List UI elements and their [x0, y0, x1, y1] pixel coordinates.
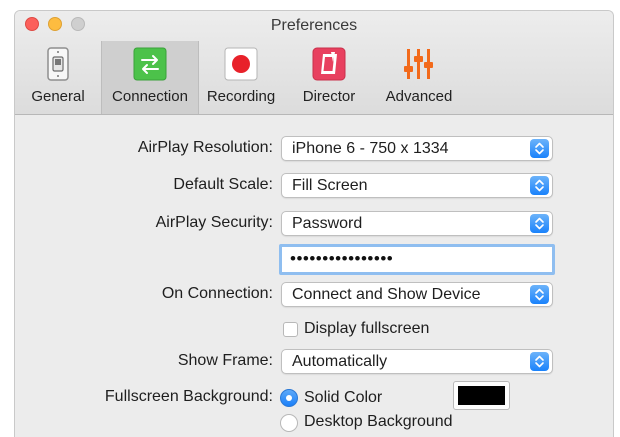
solid-color-label: Solid Color — [304, 389, 383, 406]
desktop-background-radio[interactable] — [280, 414, 298, 432]
titlebar: Preferences General Connection Recording… — [15, 11, 613, 115]
show-frame-popup[interactable]: Automatically — [281, 349, 553, 374]
password-field[interactable]: •••••••••••••••• — [279, 244, 555, 275]
airplay-resolution-value: iPhone 6 - 750 x 1334 — [292, 140, 449, 157]
airplay-resolution-popup[interactable]: iPhone 6 - 750 x 1334 — [281, 136, 553, 161]
password-value: •••••••••••••••• — [290, 249, 394, 268]
connection-settings-panel: AirPlay Resolution: iPhone 6 - 750 x 133… — [15, 116, 613, 437]
display-fullscreen-checkbox[interactable] — [283, 322, 298, 337]
color-swatch — [458, 386, 505, 405]
airplay-resolution-label: AirPlay Resolution: — [137, 139, 273, 156]
sliders-icon — [401, 46, 437, 82]
popup-arrows-icon — [530, 285, 549, 304]
solid-color-radio[interactable] — [280, 389, 298, 407]
popup-arrows-icon — [530, 352, 549, 371]
director-clapper-icon — [311, 46, 347, 82]
tab-director[interactable]: Director — [289, 41, 369, 114]
desktop-background-label: Desktop Background — [304, 413, 453, 430]
tab-general[interactable]: General — [17, 41, 99, 114]
tab-connection[interactable]: Connection — [101, 41, 199, 114]
on-connection-value: Connect and Show Device — [292, 286, 481, 303]
record-dot-icon — [223, 46, 259, 82]
tab-director-label: Director — [302, 88, 356, 105]
window-title: Preferences — [270, 17, 358, 34]
popup-arrows-icon — [530, 139, 549, 158]
airplay-security-popup[interactable]: Password — [281, 211, 553, 236]
default-scale-label: Default Scale: — [173, 176, 273, 193]
popup-arrows-icon — [530, 214, 549, 233]
show-frame-label: Show Frame: — [177, 352, 273, 369]
airplay-security-value: Password — [292, 215, 363, 232]
background-color-well[interactable] — [453, 381, 510, 410]
tab-advanced[interactable]: Advanced — [379, 41, 459, 114]
on-connection-popup[interactable]: Connect and Show Device — [281, 282, 553, 307]
show-frame-value: Automatically — [292, 353, 388, 370]
airplay-security-label: AirPlay Security: — [155, 214, 273, 231]
on-connection-label: On Connection: — [161, 285, 273, 302]
default-scale-value: Fill Screen — [292, 177, 368, 194]
tab-recording[interactable]: Recording — [201, 41, 281, 114]
tab-advanced-label: Advanced — [385, 88, 453, 105]
tab-general-label: General — [31, 88, 85, 105]
popup-arrows-icon — [530, 176, 549, 195]
preferences-window: Preferences General Connection Recording… — [14, 10, 614, 437]
fullscreen-background-label: Fullscreen Background: — [104, 388, 273, 405]
default-scale-popup[interactable]: Fill Screen — [281, 173, 553, 198]
arrows-exchange-icon — [132, 46, 168, 82]
display-fullscreen-label: Display fullscreen — [304, 320, 430, 337]
tab-recording-label: Recording — [206, 88, 276, 105]
light-switch-icon — [40, 46, 76, 82]
tab-connection-label: Connection — [112, 88, 188, 105]
